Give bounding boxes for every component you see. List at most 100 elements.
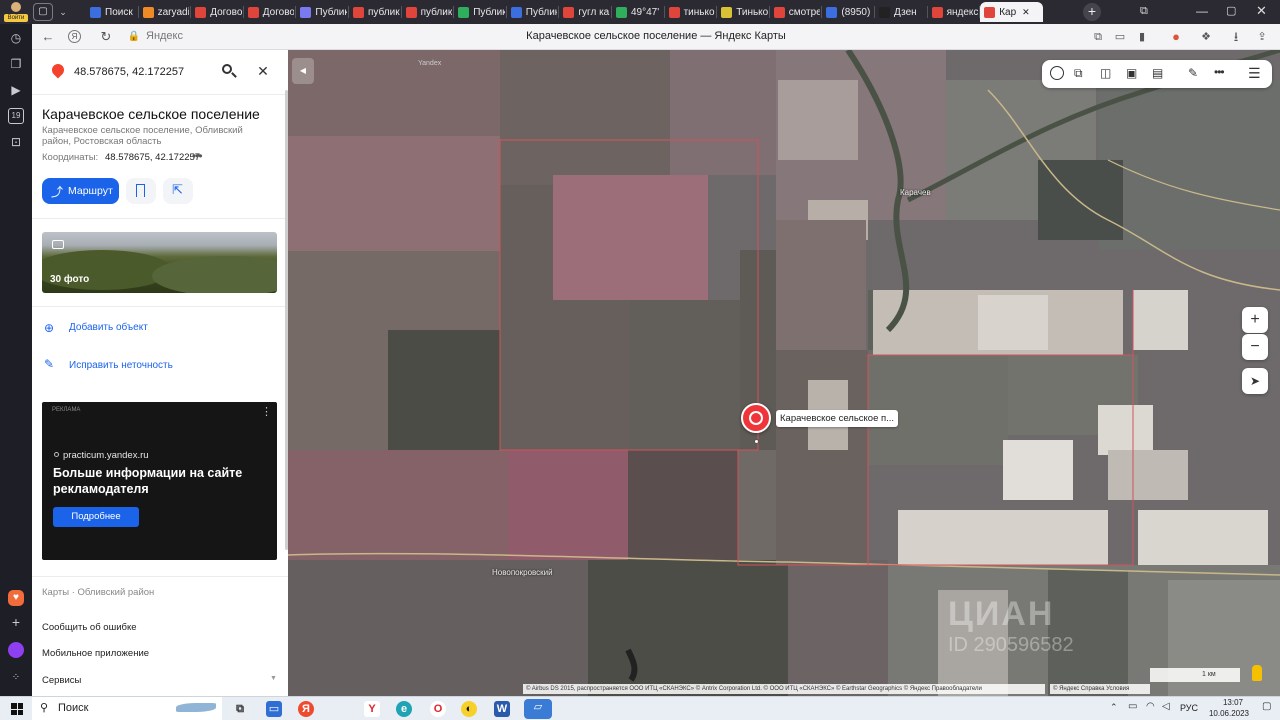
bookmarks-layer-icon[interactable]: ▤ [1152, 66, 1163, 80]
ad-more-icon[interactable]: ⋮ [261, 405, 272, 418]
tab-overview-button[interactable]: ▢ [33, 3, 53, 21]
search-icon[interactable] [220, 62, 238, 80]
share-icon[interactable]: ⇪ [1254, 29, 1270, 45]
coords-more-icon[interactable]: ••• [192, 149, 203, 163]
photo-preview[interactable]: 30 фото [42, 232, 277, 293]
volume-icon[interactable]: ◁ [1162, 701, 1170, 712]
start-button[interactable] [11, 703, 23, 715]
coords-value[interactable]: 48.578675, 42.172257 [105, 152, 200, 163]
clock-time[interactable]: 13:07 [1212, 698, 1254, 707]
place-marker[interactable] [741, 403, 771, 433]
tab-active[interactable]: Кар ✕ [980, 2, 1043, 22]
bookmark-add-icon[interactable]: ▮ [1134, 29, 1150, 45]
minimize-button[interactable]: — [1196, 4, 1210, 18]
browser-tab[interactable]: (8950) [822, 2, 873, 22]
footer-link-mobile[interactable]: Мобильное приложение [42, 648, 149, 659]
browser-tab[interactable]: публик [349, 2, 400, 22]
opera-icon[interactable]: O [430, 701, 446, 717]
browser-tab[interactable]: гугл ка [559, 2, 610, 22]
maximize-button[interactable]: ▢ [1226, 4, 1240, 18]
browser-tab[interactable]: смотре [770, 2, 820, 22]
taskbar-search[interactable]: ⚲ Поиск [32, 697, 222, 720]
browser-tab[interactable]: Договор [244, 2, 294, 22]
close-tab-icon[interactable]: ✕ [1022, 7, 1030, 18]
add-object-row[interactable]: ⊕ Добавить объект [42, 320, 278, 338]
browser-tab[interactable]: Дзен [875, 2, 926, 22]
reader-icon[interactable]: ▭ [1112, 29, 1128, 45]
beeline-icon[interactable]: ◐ [461, 701, 477, 717]
heart-app-icon[interactable]: ♥ [8, 590, 24, 606]
zoom-in-button[interactable]: + [1242, 307, 1268, 333]
profile-login-label: Войти [4, 14, 28, 22]
locate-me-button[interactable]: ➤ [1242, 368, 1268, 394]
translate-icon[interactable]: ⧉ [1090, 29, 1106, 45]
history-icon[interactable]: ◷ [8, 30, 24, 46]
pegman-icon[interactable] [1252, 665, 1262, 681]
alice-assistant-icon[interactable] [8, 642, 24, 658]
browser-tab[interactable]: Тинько [717, 2, 768, 22]
share-place-button[interactable]: ⇱ [163, 178, 193, 204]
browser-tab[interactable]: тинько [665, 2, 716, 22]
traffic-layer-icon[interactable]: ⧉ [1074, 66, 1083, 81]
ad-banner[interactable]: РЕКЛАМА ⋮ practicum.yandex.ru Больше инф… [42, 402, 277, 560]
browser-tab[interactable]: яндекс [928, 2, 978, 22]
clear-search-icon[interactable]: ✕ [254, 62, 272, 80]
route-button[interactable]: ⤴ Маршрут [42, 178, 119, 204]
add-panel-icon[interactable]: + [8, 614, 24, 630]
browser-tab[interactable]: Поиск [86, 2, 137, 22]
wifi-icon[interactable]: ◠ [1146, 701, 1155, 712]
save-bookmark-button[interactable] [126, 178, 156, 204]
language-indicator[interactable]: РУС [1180, 703, 1198, 713]
notifications-icon[interactable]: ▢ [1262, 701, 1271, 712]
search-input[interactable] [74, 63, 214, 81]
breadcrumb-leaf[interactable]: Обливский район [78, 587, 155, 598]
zoom-out-button[interactable]: − [1242, 334, 1268, 360]
footer-link-services[interactable]: Сервисы [42, 675, 81, 686]
profile-avatar[interactable]: Войти [4, 1, 28, 23]
map-copyright-links[interactable]: © Яндекс Справка Условия [1050, 684, 1150, 694]
close-window-button[interactable]: ✕ [1256, 3, 1270, 19]
new-tab-button[interactable]: + [1083, 3, 1101, 21]
vpn-icon[interactable]: ❖ [1198, 29, 1214, 45]
breadcrumb-root[interactable]: Карты [42, 587, 69, 598]
extension-icon[interactable]: ● [1168, 29, 1184, 45]
yandex-browser-icon[interactable]: Я [298, 701, 314, 717]
marker-label[interactable]: Карачевское сельское п... [776, 410, 899, 427]
footer-link-report[interactable]: Сообщить об ошибке [42, 622, 137, 633]
downloads-icon[interactable]: ⭳ [1228, 29, 1244, 45]
edge-icon[interactable]: e [396, 701, 412, 717]
screenshot-icon[interactable]: ⊡ [8, 134, 24, 150]
browser-tab[interactable]: zaryadi [139, 2, 189, 22]
browser-tab[interactable]: Публик [454, 2, 505, 22]
panorama-icon[interactable]: ◫ [1100, 66, 1111, 80]
ruler-icon[interactable]: ✎ [1188, 66, 1198, 80]
browser-tab[interactable]: Договор [191, 2, 242, 22]
task-view-icon[interactable]: ⧉ [232, 701, 248, 717]
collapse-panel-button[interactable]: ◀ [292, 58, 314, 84]
yandex-app-icon[interactable]: Y [364, 701, 380, 717]
collections-icon[interactable]: ❐ [8, 56, 24, 72]
grid-menu-icon[interactable]: ⁘ [8, 670, 24, 686]
browser-tab[interactable]: Публик [296, 2, 347, 22]
satellite-map[interactable]: Карачев Новопокровский Yandex ◀ ⧉ ◫ ▣ ▤ … [288, 50, 1280, 696]
browser-tab[interactable]: 49°47' [612, 2, 663, 22]
network-icon[interactable]: ▭ [1128, 701, 1137, 712]
services-chevron-icon[interactable]: ▼ [270, 675, 277, 682]
transport-icon[interactable]: ▣ [1126, 66, 1137, 80]
clock-date[interactable]: 10.06.2023 [1204, 709, 1254, 718]
browser-tab[interactable]: Публик [507, 2, 557, 22]
browser-tab[interactable]: публик [402, 2, 452, 22]
active-app-icon[interactable]: ▱ [524, 699, 552, 719]
ad-more-button[interactable]: Подробнее [53, 507, 139, 527]
explorer-icon[interactable]: ▭ [266, 701, 282, 717]
word-icon[interactable]: W [494, 701, 510, 717]
tab-list-chevron-icon[interactable]: ⌄ [56, 3, 70, 21]
more-tools-icon[interactable]: ••• [1214, 65, 1225, 79]
media-play-icon[interactable]: ▶ [8, 82, 24, 98]
fix-error-row[interactable]: ✎ Исправить неточность [42, 357, 278, 375]
tray-chevron-icon[interactable]: ⌃ [1110, 702, 1118, 713]
layers-icon[interactable] [1050, 66, 1064, 80]
calendar-icon[interactable]: 19 [8, 108, 24, 124]
menu-icon[interactable]: ☰ [1248, 65, 1261, 82]
bookmarks-icon[interactable]: ⧉ [1140, 4, 1154, 18]
